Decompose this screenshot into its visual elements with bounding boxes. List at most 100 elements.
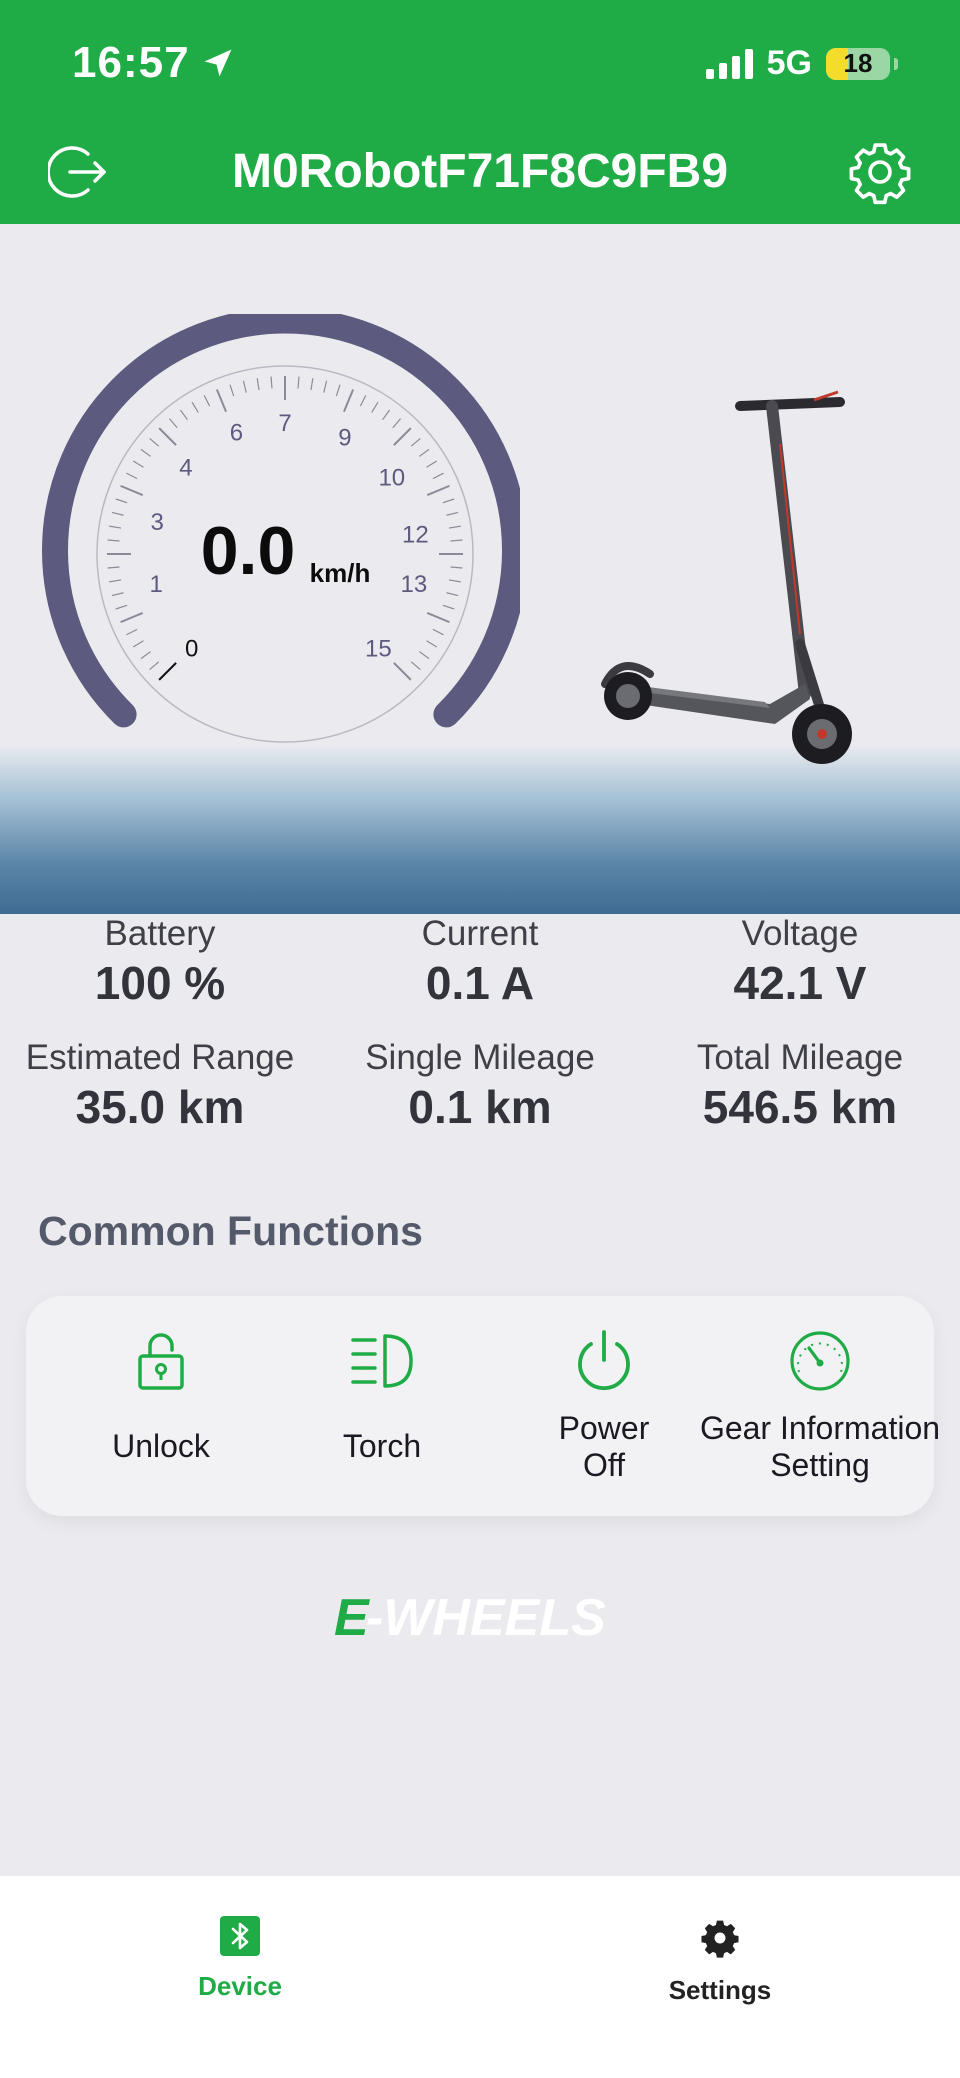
gear-information-setting-button[interactable]: Gear Information Setting: [680, 1326, 960, 1484]
status-time: 16:57: [72, 38, 236, 88]
torch-button[interactable]: Torch: [272, 1326, 492, 1465]
bottom-tab-bar: Device Settings: [0, 1876, 960, 2078]
gauge-tick: [126, 472, 138, 480]
gauge-tick-label: 1: [149, 571, 162, 598]
gauge-tick: [432, 472, 444, 480]
gauge-tick: [140, 448, 152, 457]
stat-label: Current: [421, 914, 539, 953]
gauge-tick: [432, 628, 444, 636]
stat-value: 0.1 A: [425, 957, 535, 1009]
tab-label: Settings: [668, 1975, 772, 2005]
stat-estimated-range: Estimated Range 35.0 km: [0, 1038, 320, 1134]
gauge-tick-label: 7: [278, 410, 291, 437]
gauge-tick: [410, 437, 421, 447]
gauge-tick: [359, 395, 367, 407]
stat-label: Battery: [104, 914, 216, 953]
svg-text:-WHEELS: -WHEELS: [366, 1589, 606, 1645]
gauge-tick-label: 9: [338, 424, 351, 451]
func-label: Unlock: [112, 1428, 210, 1464]
gauge-tick: [107, 539, 120, 542]
gauge-tick: [382, 409, 391, 421]
gauge-tick: [418, 651, 430, 660]
gauge-tick-label: 6: [230, 419, 243, 446]
speedometer-icon: [790, 1331, 850, 1391]
gauge-tick: [426, 640, 438, 648]
settings-gear-icon[interactable]: [846, 138, 914, 206]
power-icon: [578, 1330, 630, 1390]
battery-level: 18: [843, 48, 873, 78]
gauge-tick: [158, 427, 177, 446]
scooter-image: [601, 390, 852, 764]
gauge-tick: [115, 604, 128, 610]
cell-signal-icon: [705, 48, 753, 79]
gauge-tick: [310, 378, 314, 391]
gauge-tick: [270, 376, 273, 389]
app-header: 16:57 5G 18 M0RobotF71F8C9FB9: [0, 0, 960, 224]
gauge-tick: [371, 401, 379, 413]
gauge-tick: [111, 592, 124, 597]
stat-label: Total Mileage: [696, 1038, 904, 1077]
stat-label: Single Mileage: [365, 1038, 595, 1077]
tab-settings[interactable]: Settings: [620, 1916, 820, 2006]
unlock-button[interactable]: Unlock: [51, 1326, 271, 1465]
gauge-tick: [442, 498, 455, 504]
gauge-tick-label: 4: [179, 455, 192, 482]
func-label: Gear Information Setting: [699, 1410, 941, 1483]
location-arrow-icon: [204, 49, 232, 77]
gauge-tick: [343, 389, 355, 413]
gauge-tick: [448, 579, 461, 583]
gauge-tick: [448, 525, 461, 529]
gauge-tick: [410, 661, 421, 671]
battery-icon: 18: [826, 47, 890, 80]
gauge-tick: [203, 395, 211, 407]
gauge-tick: [392, 418, 402, 429]
gauge-tick: [393, 662, 412, 681]
gauge-tick: [191, 401, 199, 413]
gauge-tick-label: 10: [378, 464, 405, 491]
speed-value: 0.0: [201, 513, 296, 589]
gauge-tick: [297, 376, 300, 389]
gauge-tick: [215, 389, 227, 413]
gauge-tick: [450, 566, 463, 569]
gauge-tick: [426, 484, 450, 496]
gauge-tick-label: 3: [150, 509, 163, 536]
gauge-tick: [446, 592, 459, 597]
stat-value: 0.1 km: [408, 1081, 552, 1133]
gauge-tick: [335, 384, 341, 397]
gauge-tick: [115, 498, 128, 504]
func-label: Power Off: [558, 1410, 650, 1483]
bluetooth-icon: [220, 1916, 260, 1956]
gauge-tick: [126, 628, 138, 636]
gauge-tick: [149, 437, 160, 447]
gauge-tick: [256, 378, 260, 391]
gauge-tick: [149, 661, 160, 671]
gauge-tick: [120, 612, 144, 624]
gauge-tick: [109, 525, 122, 529]
gauge-tick: [132, 640, 144, 648]
common-functions-title: Common Functions: [38, 1208, 423, 1254]
gauge-tick-label: 0: [185, 635, 198, 662]
tab-label: Device: [198, 1971, 282, 2001]
stat-total-mileage: Total Mileage 546.5 km: [640, 1038, 960, 1134]
speed-unit: km/h: [310, 558, 371, 588]
stat-value: 546.5 km: [702, 1081, 898, 1133]
gauge-tick: [179, 409, 188, 421]
stat-label: Voltage: [741, 914, 859, 953]
e-wheels-logo: E -WHEELS: [334, 1589, 606, 1645]
gauge-tick: [140, 651, 152, 660]
device-title: M0RobotF71F8C9FB9: [231, 145, 729, 198]
dashboard-hero: 0 1 3 4 6 7 9 10 12 13 15 0.0 km/h: [0, 224, 960, 914]
gauge-tick: [323, 380, 328, 393]
gauge-tick: [132, 460, 144, 468]
gauge-tick: [111, 511, 124, 516]
stat-single-mileage: Single Mileage 0.1 km: [320, 1038, 640, 1134]
stat-label: Estimated Range: [25, 1038, 295, 1077]
gauge-tick: [450, 539, 463, 542]
gauge-tick: [229, 384, 235, 397]
tab-device[interactable]: Device: [140, 1916, 340, 2002]
gauge-tick: [426, 612, 450, 624]
gauge-tick: [158, 662, 177, 681]
gauge-tick: [109, 579, 122, 583]
gauge-tick: [418, 448, 430, 457]
network-type: 5G: [766, 44, 812, 82]
